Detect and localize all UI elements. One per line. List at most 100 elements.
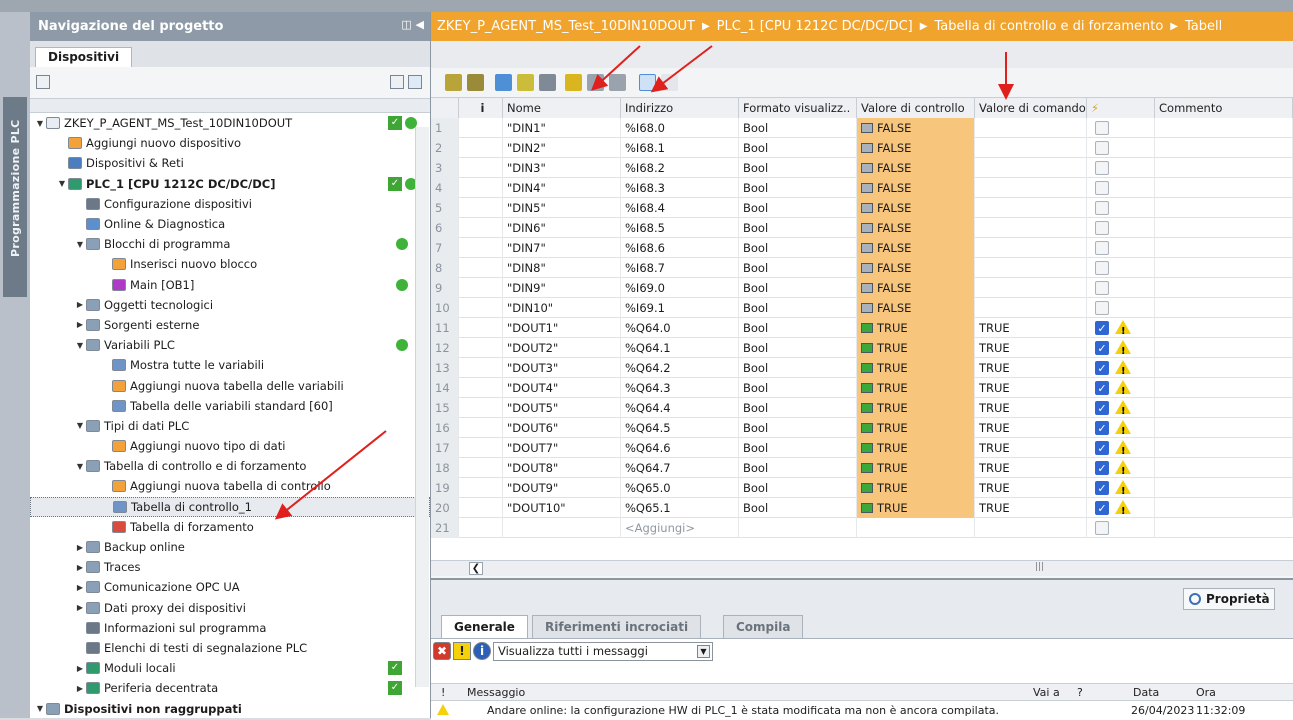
modify-value-cell[interactable]: TRUE [975, 438, 1087, 458]
modify-now-icon[interactable] [517, 74, 534, 91]
name-cell[interactable]: "DOUT1" [503, 318, 621, 338]
tree-item[interactable]: Tabella di controllo_1 [30, 496, 430, 517]
format-cell[interactable]: Bool [739, 398, 857, 418]
modify-checkbox[interactable]: ✓ [1095, 321, 1109, 335]
format-cell[interactable]: Bool [739, 198, 857, 218]
comment-cell[interactable] [1155, 478, 1293, 498]
name-cell[interactable]: "DOUT5" [503, 398, 621, 418]
modify-value-cell[interactable] [975, 218, 1087, 238]
address-cell[interactable]: %I68.1 [621, 138, 739, 158]
table-row[interactable]: 10 "DIN10" %I69.1 Bool FALSE [431, 298, 1293, 318]
expand-right-icon[interactable]: ▶ [74, 300, 86, 309]
navigator-scrollbar[interactable] [415, 127, 429, 687]
address-cell[interactable]: %I68.6 [621, 238, 739, 258]
address-cell[interactable]: %Q64.1 [621, 338, 739, 358]
tree-item[interactable]: ▶ Sorgenti esterne [30, 315, 430, 335]
message-row[interactable]: Andare online: la configurazione HW di P… [431, 701, 1293, 719]
breadcrumb-table[interactable]: Tabell [1185, 19, 1222, 34]
comment-cell[interactable] [1155, 158, 1293, 178]
col-bang[interactable]: ! [441, 686, 445, 699]
comment-cell[interactable] [1155, 298, 1293, 318]
modify-trigger-icon[interactable] [587, 74, 604, 91]
tab-generale[interactable]: Generale [441, 615, 528, 638]
collapse-navigator-icon[interactable]: ◫ ◀ [401, 18, 424, 31]
breadcrumb-folder[interactable]: Tabella di controllo e di forzamento [934, 19, 1163, 34]
table-row[interactable]: 11 "DOUT1" %Q64.0 Bool TRUE TRUE ✓ [431, 318, 1293, 338]
modify-checkbox[interactable]: ✓ [1095, 341, 1109, 355]
table-row[interactable]: 18 "DOUT8" %Q64.7 Bool TRUE TRUE ✓ [431, 458, 1293, 478]
monitor-now-icon[interactable] [661, 74, 678, 91]
name-cell[interactable]: "DIN3" [503, 158, 621, 178]
comment-cell[interactable] [1155, 338, 1293, 358]
address-cell[interactable]: %Q65.1 [621, 498, 739, 518]
col-data[interactable]: Data [1133, 686, 1159, 699]
table-row[interactable]: 14 "DOUT4" %Q64.3 Bool TRUE TRUE ✓ [431, 378, 1293, 398]
comment-cell[interactable] [1155, 198, 1293, 218]
table-row[interactable]: 15 "DOUT5" %Q64.4 Bool TRUE TRUE ✓ [431, 398, 1293, 418]
address-cell[interactable]: %I69.1 [621, 298, 739, 318]
tree-item[interactable]: ▼ Blocchi di programma [30, 234, 430, 254]
format-cell[interactable]: Bool [739, 238, 857, 258]
comment-cell[interactable] [1155, 218, 1293, 238]
format-cell[interactable]: Bool [739, 318, 857, 338]
enable-peripheral-outputs-icon[interactable] [609, 74, 626, 91]
address-cell[interactable]: %I68.5 [621, 218, 739, 238]
address-cell[interactable]: %I69.0 [621, 278, 739, 298]
modify-value-cell[interactable] [975, 198, 1087, 218]
name-cell[interactable]: "DIN4" [503, 178, 621, 198]
name-cell[interactable]: "DOUT8" [503, 458, 621, 478]
address-cell[interactable]: %Q64.6 [621, 438, 739, 458]
modify-checkbox[interactable]: ✓ [1095, 481, 1109, 495]
name-cell[interactable]: "DOUT9" [503, 478, 621, 498]
add-row[interactable]: 21 <Aggiungi> [431, 518, 1293, 538]
tree-item[interactable]: ▶ Comunicazione OPC UA [30, 577, 430, 597]
tree-item[interactable]: Informazioni sul programma [30, 618, 430, 638]
modify-value-cell[interactable]: TRUE [975, 498, 1087, 518]
format-cell[interactable]: Bool [739, 298, 857, 318]
table-row[interactable]: 3 "DIN3" %I68.2 Bool FALSE [431, 158, 1293, 178]
format-cell[interactable]: Bool [739, 498, 857, 518]
col-ora[interactable]: Ora [1196, 686, 1216, 699]
add-row-icon[interactable] [467, 74, 484, 91]
format-cell[interactable]: Bool [739, 478, 857, 498]
name-cell[interactable]: "DIN2" [503, 138, 621, 158]
modify-checkbox[interactable] [1095, 181, 1109, 195]
tree-item[interactable]: ▶ Backup online [30, 537, 430, 557]
name-cell[interactable]: "DOUT6" [503, 418, 621, 438]
tree-item[interactable]: ▶ Traces [30, 557, 430, 577]
format-cell[interactable]: Bool [739, 278, 857, 298]
modify-checkbox[interactable] [1095, 241, 1109, 255]
tab-dispositivi[interactable]: Dispositivi [35, 47, 133, 68]
name-cell[interactable]: "DOUT3" [503, 358, 621, 378]
table-row[interactable]: 16 "DOUT6" %Q64.5 Bool TRUE TRUE ✓ [431, 418, 1293, 438]
table-row[interactable]: 20 "DOUT10" %Q65.1 Bool TRUE TRUE ✓ [431, 498, 1293, 518]
modify-value-cell[interactable] [975, 158, 1087, 178]
tree-item[interactable]: Aggiungi nuova tabella di controllo [30, 476, 430, 496]
comment-cell[interactable] [1155, 498, 1293, 518]
col-question[interactable]: ? [1077, 686, 1083, 699]
table-row[interactable]: 17 "DOUT7" %Q64.6 Bool TRUE TRUE ✓ [431, 438, 1293, 458]
tree-item[interactable]: Mostra tutte le variabili [30, 355, 430, 375]
format-cell[interactable]: Bool [739, 358, 857, 378]
tree-item[interactable]: Aggiungi nuova tabella delle variabili [30, 375, 430, 395]
tree-item[interactable]: Tabella di forzamento [30, 517, 430, 537]
tree-item[interactable]: ▼ PLC_1 [CPU 1212C DC/DC/DC] ✓ [30, 174, 430, 194]
modify-checkbox[interactable] [1095, 301, 1109, 315]
tree-item[interactable]: Inserisci nuovo blocco [30, 254, 430, 274]
name-cell[interactable]: "DOUT2" [503, 338, 621, 358]
tree-item[interactable]: Main [OB1] [30, 275, 430, 295]
comment-cell[interactable] [1155, 438, 1293, 458]
modify-checkbox[interactable] [1095, 521, 1109, 535]
col-vai-a[interactable]: Vai a [1033, 686, 1060, 699]
table-row[interactable]: 7 "DIN7" %I68.6 Bool FALSE [431, 238, 1293, 258]
modify-value-cell[interactable] [975, 298, 1087, 318]
name-cell[interactable]: "DIN1" [503, 118, 621, 138]
address-cell[interactable]: %Q64.2 [621, 358, 739, 378]
expand-right-icon[interactable]: ▶ [74, 603, 86, 612]
comment-cell[interactable] [1155, 418, 1293, 438]
expand-down-icon[interactable]: ▼ [34, 119, 46, 128]
modify-value-cell[interactable] [975, 258, 1087, 278]
tree-item[interactable]: Aggiungi nuovo dispositivo [30, 133, 430, 153]
table-row[interactable]: 5 "DIN5" %I68.4 Bool FALSE [431, 198, 1293, 218]
tree-item[interactable]: ▼ ZKEY_P_AGENT_MS_Test_10DIN10DOUT ✓ [30, 113, 430, 133]
